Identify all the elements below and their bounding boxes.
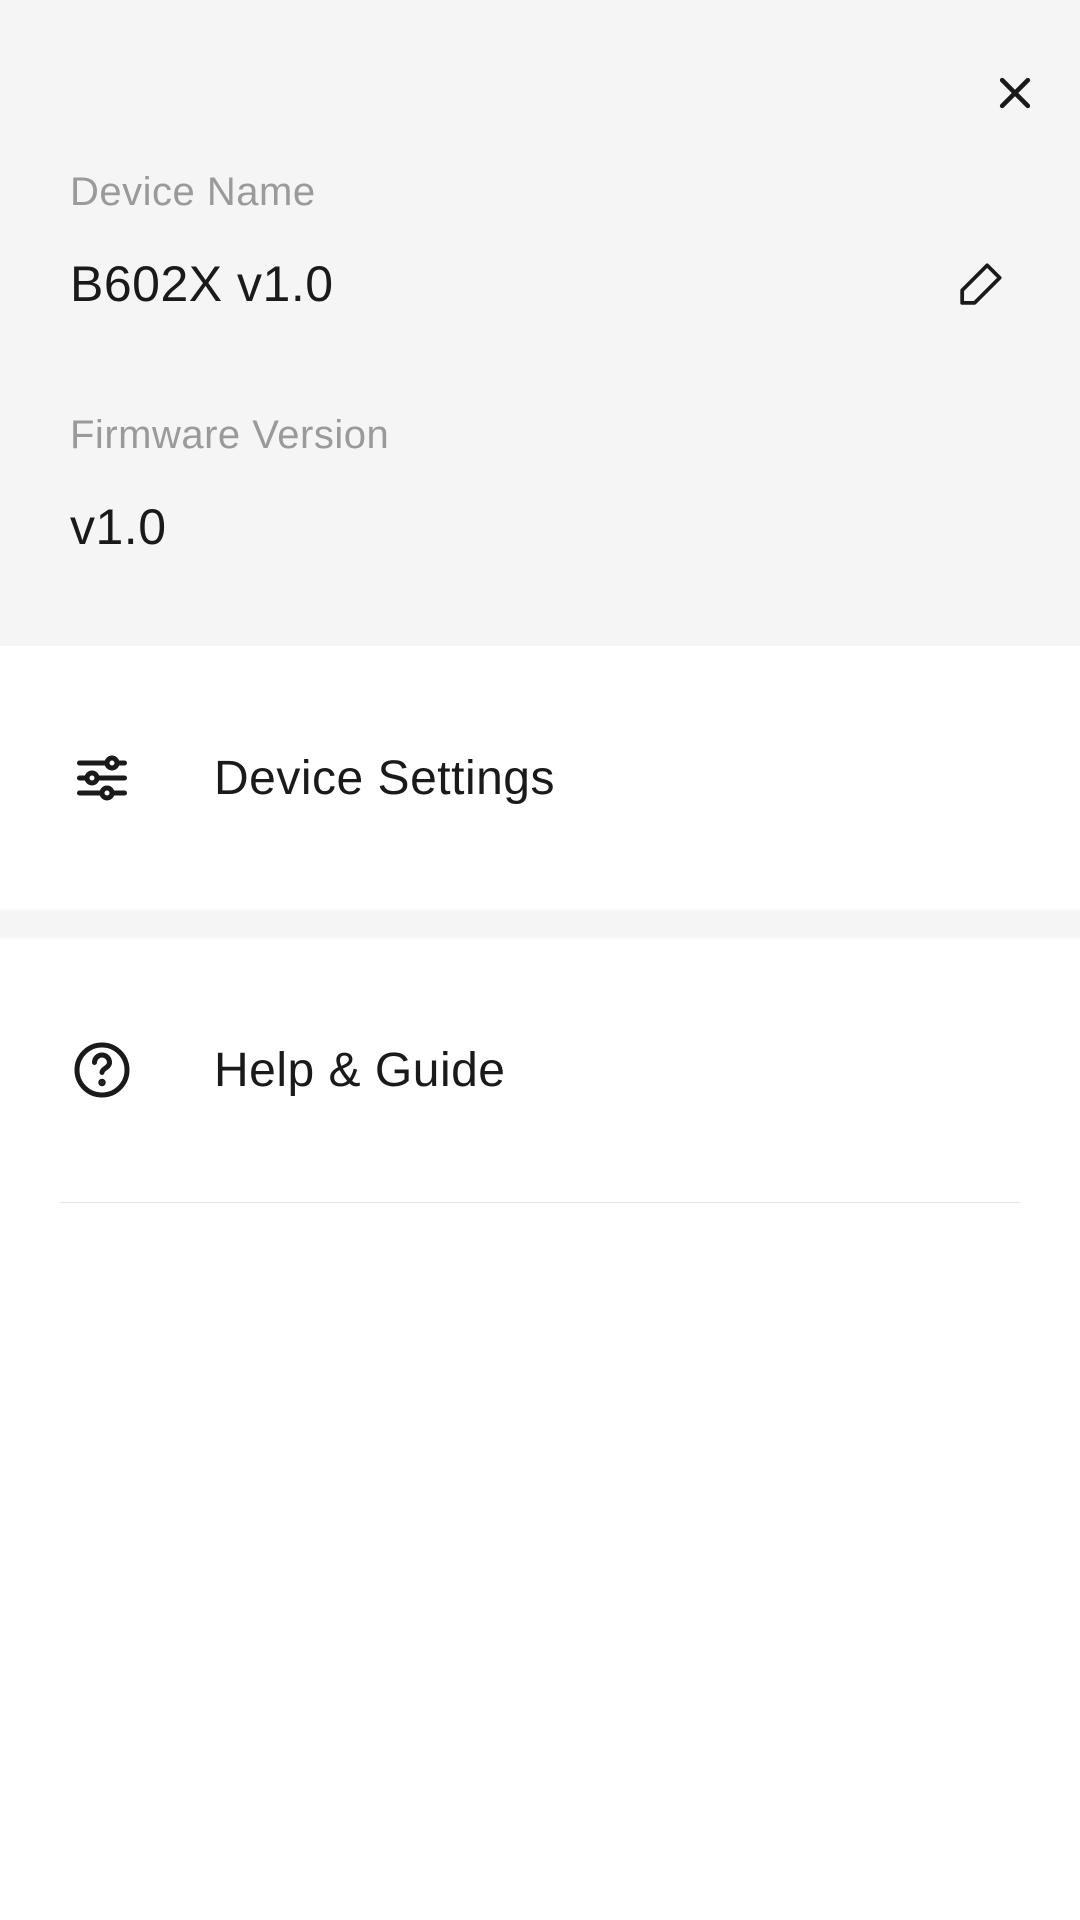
help-section: Help & Guide: [0, 938, 1080, 1203]
header-section: Device Name B602X v1.0 Firmware Version …: [0, 0, 1080, 646]
device-settings-item[interactable]: Device Settings: [0, 646, 1080, 910]
edit-device-name-button[interactable]: [956, 257, 1010, 311]
firmware-label: Firmware Version: [70, 413, 1010, 458]
section-separator: [0, 910, 1080, 938]
question-circle-icon: [70, 1038, 134, 1102]
device-name-value: B602X v1.0: [70, 255, 334, 313]
firmware-block: Firmware Version v1.0: [70, 413, 1010, 556]
device-name-label: Device Name: [70, 170, 1010, 215]
help-guide-label: Help & Guide: [214, 1043, 506, 1098]
sliders-icon: [70, 746, 134, 810]
firmware-value: v1.0: [70, 498, 167, 556]
help-guide-item[interactable]: Help & Guide: [0, 938, 1080, 1202]
divider: [60, 1202, 1020, 1203]
close-button[interactable]: [990, 70, 1040, 120]
menu-section: Device Settings: [0, 646, 1080, 910]
close-icon: [993, 71, 1037, 120]
device-name-block: Device Name B602X v1.0: [70, 170, 1010, 313]
pencil-icon: [958, 257, 1008, 312]
device-settings-label: Device Settings: [214, 751, 555, 806]
